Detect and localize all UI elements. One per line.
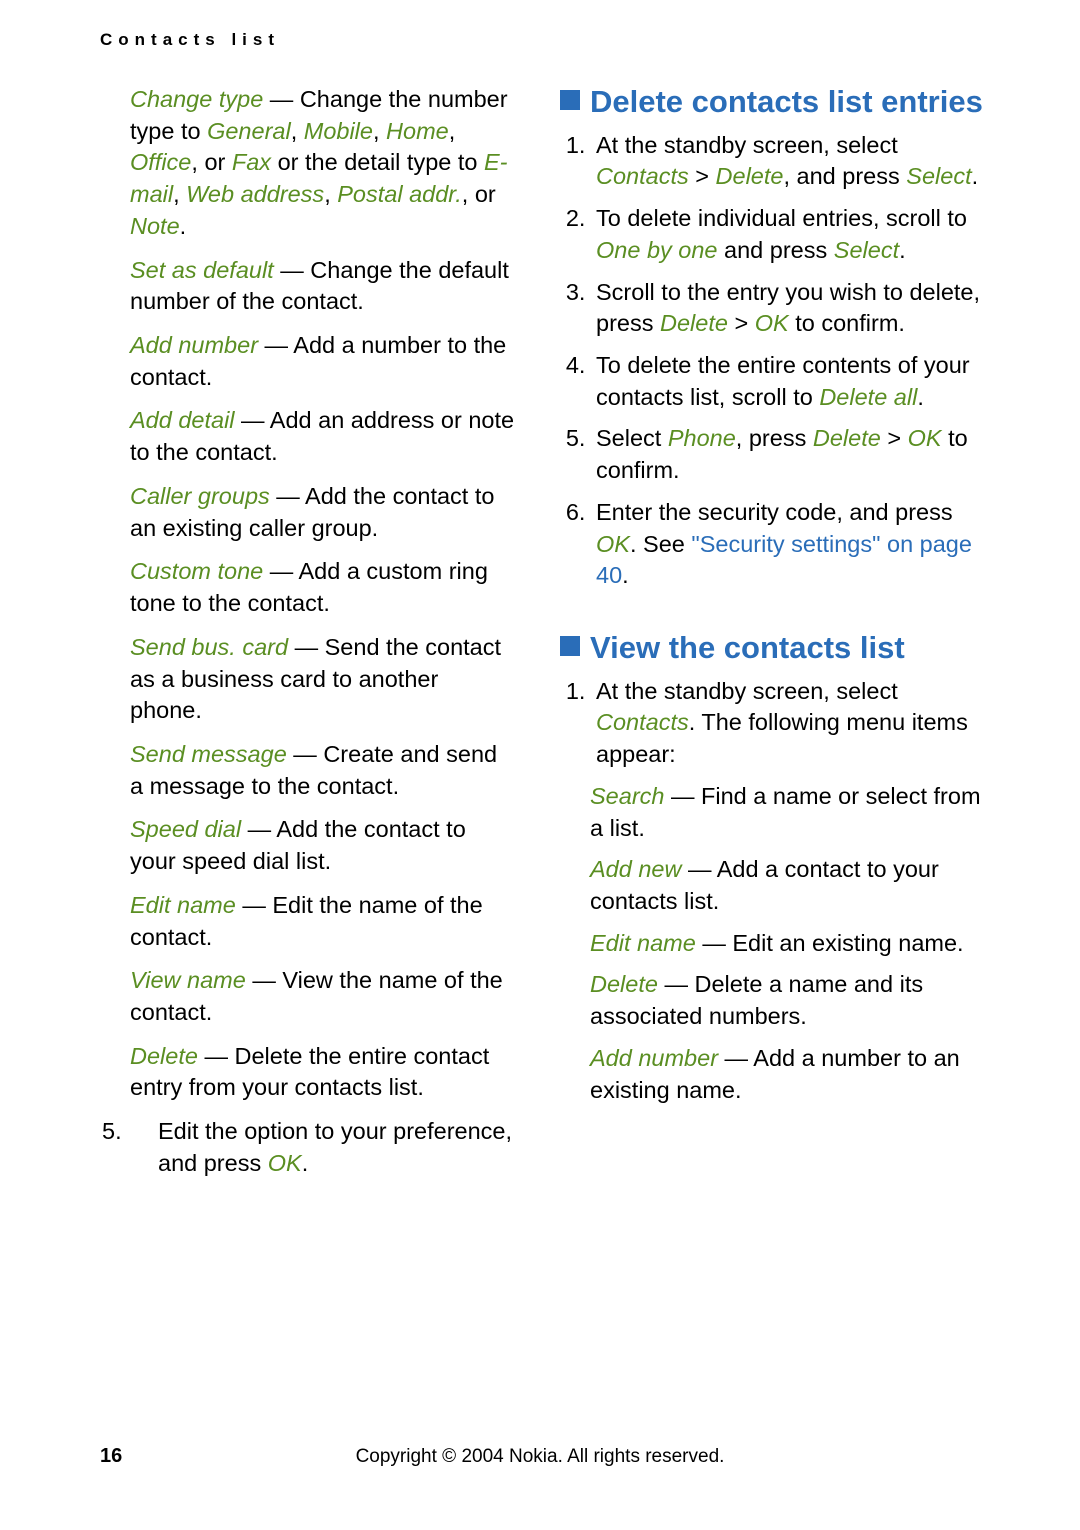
right-column: Delete contacts list entries At the stan… <box>560 84 990 1190</box>
delete-step-2: To delete individual entries, scroll to … <box>592 203 990 266</box>
option-send-message: Send message — Create and send a message… <box>130 739 515 802</box>
option-add-number: Add number — Add a number to the contact… <box>130 330 515 393</box>
manual-page: Contacts list Change type — Change the n… <box>0 0 1080 1530</box>
label: Change type <box>130 86 263 112</box>
menu-edit-name: Edit name — Edit an existing name. <box>590 928 990 960</box>
square-bullet-icon <box>560 636 580 656</box>
option-custom-tone: Custom tone — Add a custom ring tone to … <box>130 556 515 619</box>
running-header: Contacts list <box>100 30 990 50</box>
menu-add-new: Add new — Add a contact to your contacts… <box>590 854 990 917</box>
option-view-name: View name — View the name of the contact… <box>130 965 515 1028</box>
menu-search: Search — Find a name or select from a li… <box>590 781 990 844</box>
two-column-layout: Change type — Change the number type to … <box>100 84 990 1190</box>
menu-delete: Delete — Delete a name and its associate… <box>590 969 990 1032</box>
step-5: Edit the option to your preference, and … <box>130 1116 515 1179</box>
delete-step-5: Select Phone, press Delete > OK to confi… <box>592 423 990 486</box>
menu-add-number: Add number — Add a number to an existing… <box>590 1043 990 1106</box>
square-bullet-icon <box>560 90 580 110</box>
view-step-1: At the standby screen, select Contacts. … <box>592 676 990 771</box>
delete-steps: At the standby screen, select Contacts >… <box>560 130 990 592</box>
delete-step-4: To delete the entire contents of your co… <box>592 350 990 413</box>
option-edit-name: Edit name — Edit the name of the contact… <box>130 890 515 953</box>
delete-step-6: Enter the security code, and press OK. S… <box>592 497 990 592</box>
option-caller-groups: Caller groups — Add the contact to an ex… <box>130 481 515 544</box>
delete-step-3: Scroll to the entry you wish to delete, … <box>592 277 990 340</box>
step-list-continued: Edit the option to your preference, and … <box>100 1116 515 1179</box>
heading-delete-entries: Delete contacts list entries <box>560 84 990 120</box>
delete-step-1: At the standby screen, select Contacts >… <box>592 130 990 193</box>
copyright-footer: Copyright © 2004 Nokia. All rights reser… <box>0 1446 1080 1468</box>
view-steps: At the standby screen, select Contacts. … <box>560 676 990 771</box>
option-speed-dial: Speed dial — Add the contact to your spe… <box>130 814 515 877</box>
option-set-default: Set as default — Change the default numb… <box>130 255 515 318</box>
option-send-bus-card: Send bus. card — Send the contact as a b… <box>130 632 515 727</box>
left-column: Change type — Change the number type to … <box>100 84 515 1190</box>
option-delete: Delete — Delete the entire contact entry… <box>130 1041 515 1104</box>
heading-view-list: View the contacts list <box>560 630 990 666</box>
option-add-detail: Add detail — Add an address or note to t… <box>130 405 515 468</box>
option-change-type: Change type — Change the number type to … <box>130 84 515 243</box>
